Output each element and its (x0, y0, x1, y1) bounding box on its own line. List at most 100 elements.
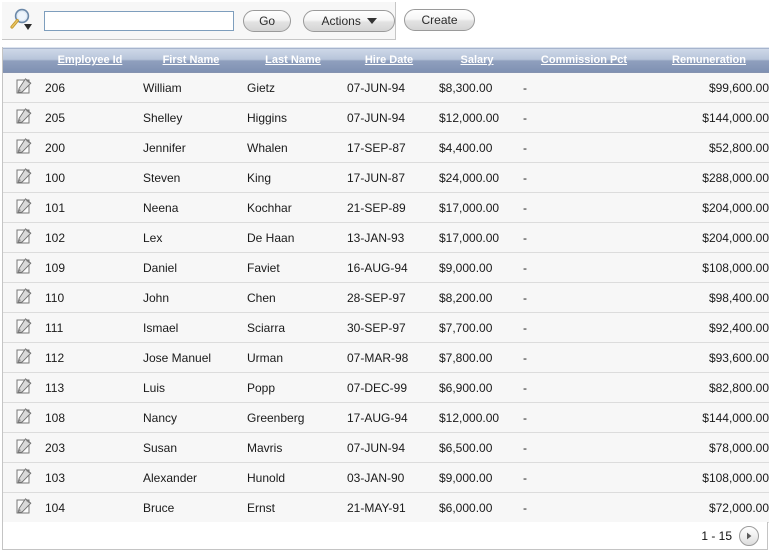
column-header-last-name[interactable]: Last Name (243, 47, 343, 73)
column-header-salary[interactable]: Salary (435, 47, 519, 73)
table-body: 206 William Gietz 07-JUN-94 $8,300.00- $99,60… (3, 72, 769, 523)
edit-pencil-icon[interactable] (16, 407, 32, 428)
edit-pencil-icon[interactable] (16, 347, 32, 368)
table-row: 205 Shelley Higgins 07-JUN-94 $12,000.00- $14… (3, 102, 769, 133)
employees-table: Employee Id First Name Last Name Hire Da… (3, 47, 769, 523)
sort-link-commission-pct[interactable]: Commission Pct (541, 54, 627, 66)
cell-last-name: De Haan (243, 222, 343, 253)
edit-pencil-icon[interactable] (16, 377, 32, 398)
edit-pencil-icon[interactable] (16, 287, 32, 308)
table-row: 200 Jennifer Whalen 17-SEP-87 $4,400.00- $52,… (3, 132, 769, 163)
edit-pencil-icon[interactable] (16, 137, 32, 158)
cell-first-name: John (139, 282, 243, 313)
cell-first-name: Steven (139, 162, 243, 193)
cell-commission: - (519, 72, 649, 103)
cell-commission: - (519, 162, 649, 193)
edit-pencil-icon[interactable] (16, 467, 32, 488)
table-row: 112 Jose Manuel Urman 07-MAR-98 $7,800.00- $9… (3, 342, 769, 373)
cell-employee-id: 102 (41, 222, 139, 253)
cell-salary: $8,300.00 (435, 72, 519, 103)
cell-last-name: King (243, 162, 343, 193)
cell-edit[interactable] (3, 192, 41, 223)
magnifier-dropdown-icon[interactable] (8, 6, 42, 36)
cell-first-name: Shelley (139, 102, 243, 133)
sort-link-hire-date[interactable]: Hire Date (365, 54, 413, 66)
sort-link-last-name[interactable]: Last Name (265, 54, 321, 66)
sort-link-salary[interactable]: Salary (460, 54, 493, 66)
cell-edit[interactable] (3, 312, 41, 343)
edit-pencil-icon[interactable] (16, 437, 32, 458)
table-row: 111 Ismael Sciarra 30-SEP-97 $7,700.00- $92,4… (3, 312, 769, 343)
cell-edit[interactable] (3, 372, 41, 403)
cell-commission: - (519, 402, 649, 433)
go-button[interactable]: Go (242, 9, 292, 32)
cell-employee-id: 109 (41, 252, 139, 283)
edit-pencil-icon[interactable] (16, 497, 32, 518)
cell-hire-date: 07-JUN-94 (343, 72, 435, 103)
cell-hire-date: 07-MAR-98 (343, 342, 435, 373)
chevron-right-icon[interactable] (739, 525, 759, 546)
cell-salary: $7,700.00 (435, 312, 519, 343)
cell-remuneration: $92,400.00 (649, 312, 769, 343)
edit-pencil-icon[interactable] (16, 227, 32, 248)
cell-edit[interactable] (3, 432, 41, 463)
cell-hire-date: 07-DEC-99 (343, 372, 435, 403)
cell-salary: $12,000.00 (435, 402, 519, 433)
cell-commission: - (519, 222, 649, 253)
column-header-remuneration[interactable]: Remuneration (649, 47, 769, 73)
cell-edit[interactable] (3, 462, 41, 493)
sort-link-remuneration[interactable]: Remuneration (672, 54, 746, 66)
cell-salary: $9,000.00 (435, 252, 519, 283)
cell-hire-date: 17-JUN-87 (343, 162, 435, 193)
cell-edit[interactable] (3, 102, 41, 133)
cell-employee-id: 110 (41, 282, 139, 313)
sort-link-employee-id[interactable]: Employee Id (58, 54, 123, 66)
table-row: 203 Susan Mavris 07-JUN-94 $6,500.00- $78,000… (3, 432, 769, 463)
cell-hire-date: 03-JAN-90 (343, 462, 435, 493)
cell-remuneration: $288,000.00 (649, 162, 769, 193)
sort-link-first-name[interactable]: First Name (163, 54, 220, 66)
cell-salary: $7,800.00 (435, 342, 519, 373)
cell-edit[interactable] (3, 132, 41, 163)
cell-last-name: Ernst (243, 492, 343, 523)
cell-employee-id: 104 (41, 492, 139, 523)
cell-edit[interactable] (3, 492, 41, 523)
cell-remuneration: $78,000.00 (649, 432, 769, 463)
search-input[interactable] (44, 10, 234, 31)
cell-edit[interactable] (3, 162, 41, 193)
cell-employee-id: 206 (41, 72, 139, 103)
cell-remuneration: $108,000.00 (649, 252, 769, 283)
cell-hire-date: 21-SEP-89 (343, 192, 435, 223)
table-row: 104 Bruce Ernst 21-MAY-91 $6,000.00- $72,000.… (3, 492, 769, 523)
edit-pencil-icon[interactable] (16, 197, 32, 218)
cell-edit[interactable] (3, 72, 41, 103)
table-header-row: Employee Id First Name Last Name Hire Da… (3, 47, 769, 73)
search-region: Go Actions (2, 2, 396, 40)
edit-pencil-icon[interactable] (16, 257, 32, 278)
cell-last-name: Sciarra (243, 312, 343, 343)
create-button[interactable]: Create (404, 9, 475, 31)
column-header-employee-id[interactable]: Employee Id (41, 47, 139, 73)
cell-hire-date: 13-JAN-93 (343, 222, 435, 253)
cell-edit[interactable] (3, 282, 41, 313)
edit-pencil-icon[interactable] (16, 167, 32, 188)
cell-salary: $12,000.00 (435, 102, 519, 133)
cell-hire-date: 17-SEP-87 (343, 132, 435, 163)
cell-remuneration: $108,000.00 (649, 462, 769, 493)
cell-edit[interactable] (3, 342, 41, 373)
column-header-hire-date[interactable]: Hire Date (343, 47, 435, 73)
cell-employee-id: 200 (41, 132, 139, 163)
cell-edit[interactable] (3, 252, 41, 283)
cell-edit[interactable] (3, 402, 41, 433)
cell-first-name: Jennifer (139, 132, 243, 163)
cell-remuneration: $99,600.00 (649, 72, 769, 103)
column-header-commission-pct[interactable]: Commission Pct (519, 47, 649, 73)
actions-menu-button[interactable]: Actions (303, 9, 395, 32)
edit-pencil-icon[interactable] (16, 317, 32, 338)
cell-edit[interactable] (3, 222, 41, 253)
edit-pencil-icon[interactable] (16, 77, 32, 98)
cell-last-name: Whalen (243, 132, 343, 163)
edit-pencil-icon[interactable] (16, 107, 32, 128)
column-header-first-name[interactable]: First Name (139, 47, 243, 73)
cell-last-name: Chen (243, 282, 343, 313)
